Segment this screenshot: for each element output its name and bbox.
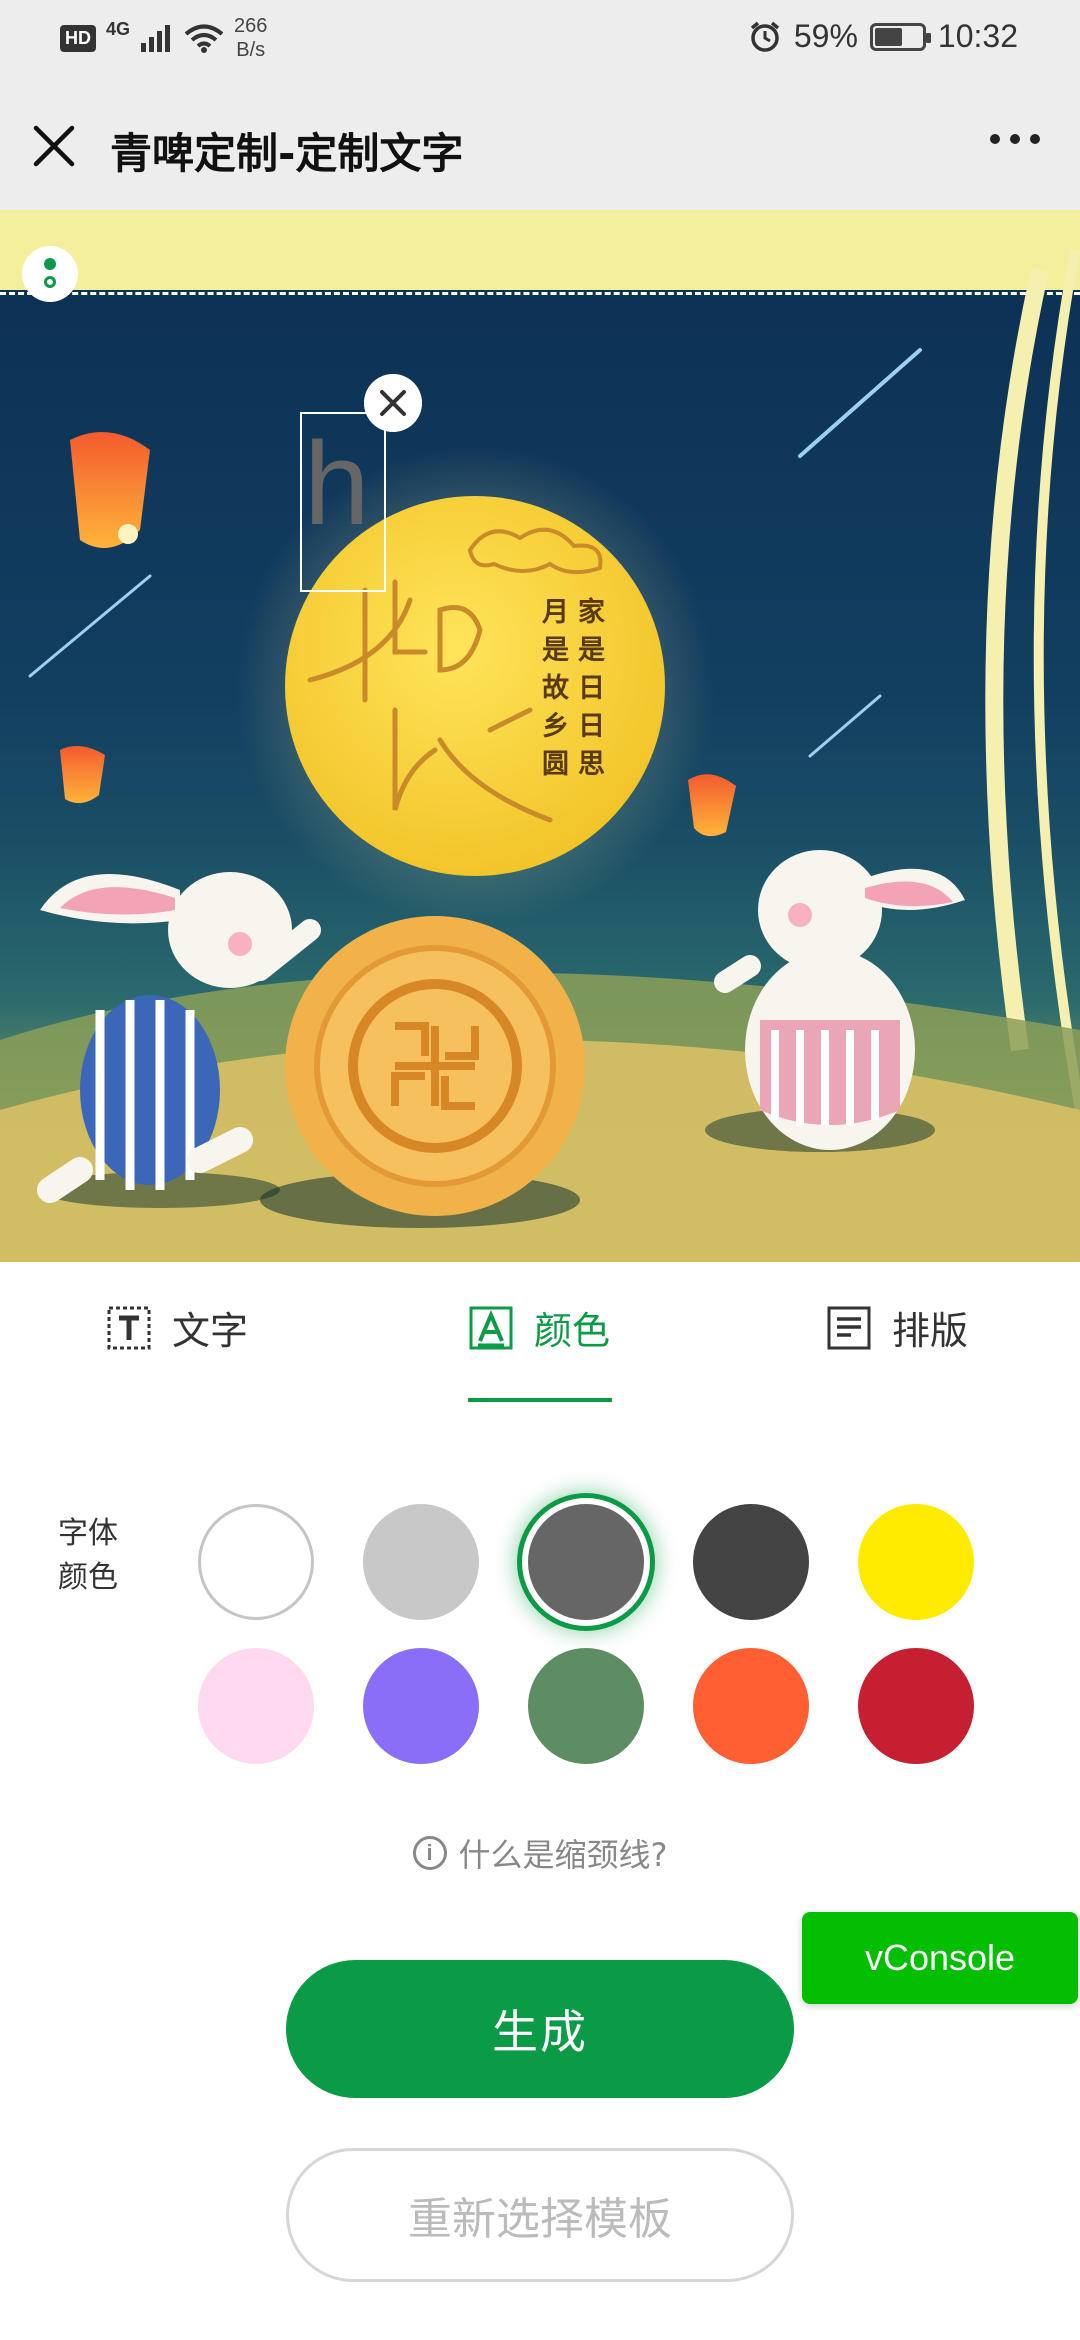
color-swatch[interactable]	[528, 1648, 644, 1764]
color-swatch[interactable]	[858, 1648, 974, 1764]
poem-char: 日	[578, 711, 605, 742]
speed-unit: B/s	[236, 39, 266, 61]
mooncake	[260, 916, 585, 1228]
color-swatch[interactable]	[363, 1648, 479, 1764]
status-bar: HD 4G 266 B/s 59% 10:32	[0, 0, 1080, 84]
alarm-icon	[750, 21, 779, 52]
editor-tabs: 文字 颜色 排版	[0, 1262, 1080, 1412]
poem-char: 是	[542, 635, 569, 666]
design-canvas[interactable]: 月 是 故 乡 圆 家 是 日 日 思 h	[0, 210, 1080, 1262]
poem-char: 月	[542, 597, 569, 628]
tab-label: 排版	[892, 1309, 969, 1353]
color-swatch[interactable]	[198, 1648, 314, 1764]
help-link[interactable]: i 什么是缩颈线?	[0, 1830, 1080, 1876]
battery-icon	[869, 22, 931, 51]
tab-text[interactable]: 文字	[106, 1300, 248, 1355]
speed-value: 266	[234, 15, 268, 37]
network-type: 4G	[106, 18, 131, 39]
hd-badge: HD	[60, 24, 96, 52]
poem-char: 是	[578, 635, 605, 666]
battery-level	[874, 27, 903, 46]
status-right: 59% 10:32	[748, 18, 1018, 55]
color-swatch[interactable]	[363, 1504, 479, 1620]
color-swatch[interactable]	[858, 1504, 974, 1620]
signal-icon	[141, 25, 171, 52]
generate-button[interactable]: 生成	[286, 1960, 794, 2098]
font-color-label: 字体颜色	[58, 1516, 118, 1595]
drag-handle-icon[interactable]	[22, 246, 78, 302]
close-icon[interactable]	[30, 122, 78, 170]
poem-char: 圆	[542, 749, 569, 780]
more-menu-icon[interactable]	[990, 134, 1040, 144]
status-left: HD 4G 266 B/s	[60, 14, 267, 62]
info-icon: i	[412, 1836, 447, 1870]
poem-char: 思	[578, 749, 605, 780]
poem-column-right: 家 是 日 日 思	[578, 594, 612, 784]
page-title: 青啤定制-定制文字	[110, 129, 464, 178]
tab-layout[interactable]: 排版	[826, 1300, 968, 1355]
tab-label: 文字	[172, 1309, 249, 1353]
poem-column-left: 月 是 故 乡 圆	[542, 594, 576, 784]
custom-text[interactable]: h	[304, 414, 370, 554]
poem-char: 乡	[542, 711, 569, 742]
poem-char: 日	[578, 673, 605, 704]
layout-icon	[827, 1306, 871, 1349]
font-color-icon	[469, 1306, 513, 1349]
color-swatch[interactable]	[693, 1504, 809, 1620]
mid-autumn-artwork	[0, 249, 1080, 1262]
color-swatch[interactable]	[198, 1504, 314, 1620]
clock: 10:32	[937, 18, 1018, 54]
tab-label: 颜色	[534, 1309, 611, 1353]
network-speed: 266 B/s	[234, 14, 267, 62]
color-swatch[interactable]	[528, 1504, 644, 1620]
reselect-template-button[interactable]: 重新选择模板	[286, 2148, 794, 2282]
wifi-icon	[184, 24, 224, 53]
lantern-large	[70, 432, 150, 548]
delete-text-icon[interactable]	[364, 374, 422, 432]
help-text: 什么是缩颈线?	[458, 1836, 668, 1874]
poem-char: 家	[578, 597, 605, 628]
active-tab-indicator	[468, 1398, 612, 1402]
text-selection-box[interactable]: h	[300, 412, 386, 592]
battery-percent: 59%	[793, 18, 858, 54]
tab-color[interactable]: 颜色	[468, 1300, 610, 1355]
nav-bar: 青啤定制-定制文字	[0, 84, 1080, 210]
text-icon	[107, 1306, 151, 1349]
vconsole-button[interactable]: vConsole	[802, 1912, 1078, 2004]
poem-char: 故	[542, 673, 569, 704]
color-swatch[interactable]	[693, 1648, 809, 1764]
